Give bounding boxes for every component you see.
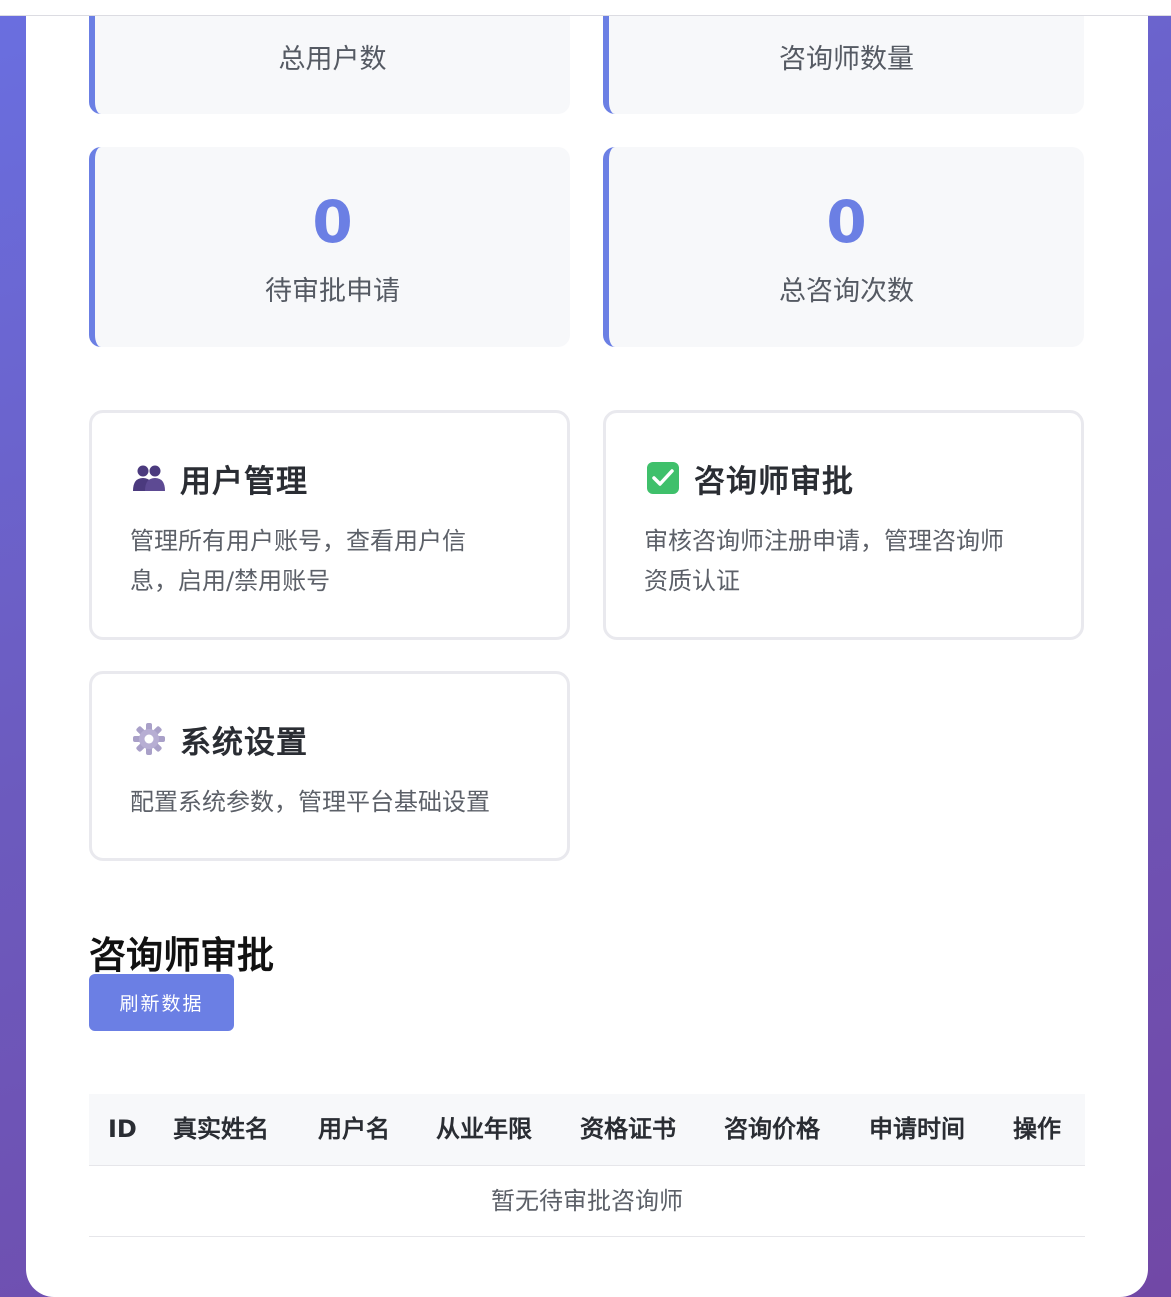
card-counselor-approval[interactable]: 咨询师审批 审核咨询师注册申请，管理咨询师资质认证 <box>603 410 1084 640</box>
stat-label: 咨询师数量 <box>779 44 914 75</box>
column-header-username: 用户名 <box>318 1115 390 1143</box>
table-empty-row: 暂无待审批咨询师 <box>89 1166 1085 1237</box>
card-title-text: 用户管理 <box>180 463 308 500</box>
column-header-real-name: 真实姓名 <box>173 1115 269 1143</box>
browser-top-edge <box>0 0 1171 16</box>
column-header-certificate: 资格证书 <box>580 1115 676 1143</box>
table-header: ID 真实姓名 用户名 从业年限 资格证书 咨询价格 申请时间 操作 <box>89 1094 1085 1166</box>
users-icon <box>133 465 165 491</box>
stat-label: 待审批申请 <box>265 276 400 307</box>
column-header-price: 咨询价格 <box>724 1115 820 1143</box>
column-header-id: ID <box>108 1115 137 1143</box>
stat-value: 0 <box>826 188 867 256</box>
checkmark-icon <box>647 462 679 494</box>
card-description: 审核咨询师注册申请，管理咨询师资质认证 <box>644 527 1004 595</box>
card-title: 系统设置 <box>132 719 308 761</box>
stat-counselor-count: 咨询师数量 <box>603 0 1084 114</box>
gear-icon <box>133 723 165 755</box>
card-title: 咨询师审批 <box>646 458 854 500</box>
card-user-management[interactable]: 用户管理 管理所有用户账号，查看用户信息，启用/禁用账号 <box>89 410 570 640</box>
admin-dashboard-panel: 总用户数 咨询师数量 0 待审批申请 0 总咨询次数 用户管理 管理所有用户账号… <box>26 0 1148 1297</box>
card-title-text: 系统设置 <box>180 724 308 761</box>
card-description: 管理所有用户账号，查看用户信息，启用/禁用账号 <box>130 527 466 595</box>
stat-total-users: 总用户数 <box>89 0 570 114</box>
column-header-actions: 操作 <box>1013 1115 1061 1143</box>
stat-label: 总用户数 <box>278 44 387 75</box>
section-title: 咨询师审批 <box>89 934 274 977</box>
counselor-approval-table: ID 真实姓名 用户名 从业年限 资格证书 咨询价格 申请时间 操作 暂无待审批… <box>89 1094 1085 1237</box>
stat-pending-applications: 0 待审批申请 <box>89 147 570 347</box>
column-header-years: 从业年限 <box>436 1115 532 1143</box>
column-header-apply-time: 申请时间 <box>869 1115 965 1143</box>
stat-total-consultations: 0 总咨询次数 <box>603 147 1084 347</box>
stat-value: 0 <box>312 188 353 256</box>
card-title-text: 咨询师审批 <box>694 463 854 500</box>
card-description: 配置系统参数，管理平台基础设置 <box>130 788 490 816</box>
card-title: 用户管理 <box>132 458 308 500</box>
card-system-settings[interactable]: 系统设置 配置系统参数，管理平台基础设置 <box>89 671 570 861</box>
refresh-data-button[interactable]: 刷新数据 <box>89 974 234 1031</box>
stat-label: 总咨询次数 <box>779 276 914 307</box>
